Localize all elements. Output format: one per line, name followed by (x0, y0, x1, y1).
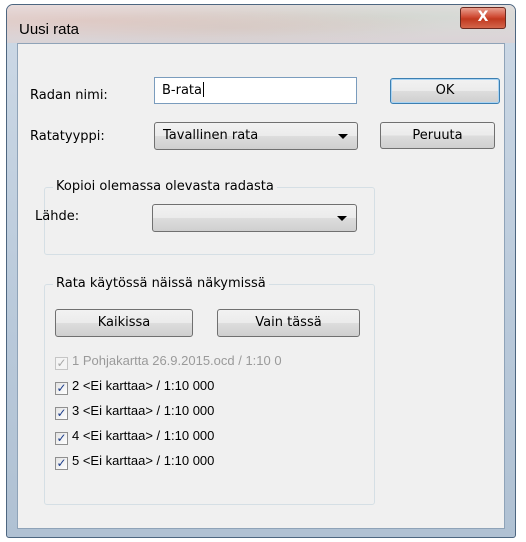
ok-button[interactable]: OK (390, 78, 500, 104)
course-name-value: B-rata (162, 83, 202, 98)
view-row[interactable]: ✓ 2 <Ei karttaa> / 1:10 000 (55, 377, 214, 395)
view-row: ✓ 1 Pohjakartta 26.9.2015.ocd / 1:10 0 (55, 352, 347, 370)
course-type-value: Tavallinen rata (163, 128, 259, 143)
course-name-label: Radan nimi: (30, 88, 108, 103)
view-checkbox[interactable]: ✓ (55, 382, 68, 395)
view-checkbox: ✓ (55, 356, 68, 370)
view-row[interactable]: ✓ 4 <Ei karttaa> / 1:10 000 (55, 427, 214, 445)
dialog-title: Uusi rata (19, 21, 80, 38)
views-group-title: Rata käytössä näissä näkymissä (53, 276, 269, 291)
view-label: 3 <Ei karttaa> / 1:10 000 (72, 403, 215, 418)
source-select[interactable] (152, 204, 357, 232)
cancel-button[interactable]: Peruuta (380, 122, 495, 149)
copy-group-title: Kopioi olemassa olevasta radasta (53, 179, 277, 194)
chevron-down-icon (337, 216, 347, 221)
view-label: 2 <Ei karttaa> / 1:10 000 (72, 378, 215, 393)
view-label: 1 Pohjakartta 26.9.2015.ocd / 1:10 0 (72, 353, 282, 368)
chevron-down-icon (338, 134, 348, 139)
view-checkbox[interactable]: ✓ (55, 457, 68, 470)
view-row[interactable]: ✓ 5 <Ei karttaa> / 1:10 000 (55, 452, 214, 470)
dialog-window: Uusi rata X Radan nimi: B-rata OK Peruut… (6, 4, 516, 538)
view-label: 4 <Ei karttaa> / 1:10 000 (72, 428, 215, 443)
view-checkbox[interactable]: ✓ (55, 432, 68, 445)
course-type-select[interactable]: Tavallinen rata (154, 122, 358, 150)
only-this-view-button[interactable]: Vain tässä (217, 309, 360, 337)
course-type-label: Ratatyyppi: (30, 129, 105, 144)
all-views-button[interactable]: Kaikissa (55, 309, 193, 337)
view-label: 5 <Ei karttaa> / 1:10 000 (72, 453, 215, 468)
source-label: Lähde: (35, 209, 80, 224)
close-button[interactable]: X (460, 7, 506, 29)
views-group: Rata käytössä näissä näkymissä Kaikissa … (44, 276, 375, 505)
course-name-input[interactable]: B-rata (154, 77, 357, 104)
text-caret (202, 82, 204, 97)
view-checkbox[interactable]: ✓ (55, 407, 68, 420)
view-row[interactable]: ✓ 3 <Ei karttaa> / 1:10 000 (55, 402, 214, 420)
copy-group: Kopioi olemassa olevasta radasta Lähde: (35, 179, 375, 255)
dialog-client-area: Radan nimi: B-rata OK Peruuta Ratatyyppi… (17, 43, 505, 529)
title-bar[interactable] (7, 5, 515, 43)
